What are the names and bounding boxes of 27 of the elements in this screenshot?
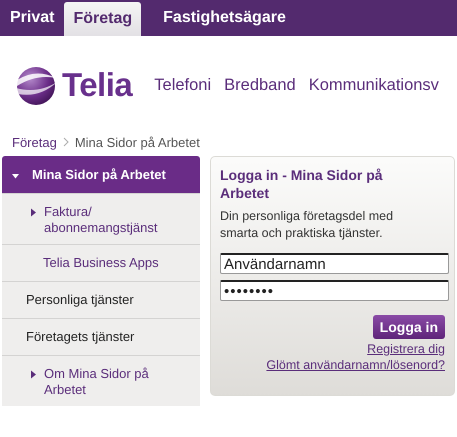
login-description: Din personliga företagsdel med smarta och praktiska tjänster. <box>220 208 394 242</box>
caret-icon <box>12 172 19 181</box>
breadcrumb-link[interactable]: Företag <box>12 134 57 150</box>
caret-icon <box>30 370 37 379</box>
top-tab[interactable]: Företag <box>64 2 142 36</box>
sidebar-item[interactable]: Företagets tjänster <box>2 318 200 355</box>
sidebar-item[interactable]: Om Mina Sidor på Arbetet <box>2 355 200 406</box>
logo-text: Telia <box>62 66 132 104</box>
nav-link[interactable]: Kommunikationsv <box>308 76 439 94</box>
login-button[interactable]: Logga in <box>372 315 445 339</box>
breadcrumb-link[interactable]: Mina Sidor på Arbetet <box>74 134 200 150</box>
login-title: Logga in - Mina Sidor på Arbetet <box>220 166 384 202</box>
sidebar-item[interactable]: Personliga tjänster <box>2 281 200 318</box>
chevron-icon <box>62 137 69 147</box>
top-tab[interactable]: Privat <box>0 0 64 36</box>
username-field[interactable]: Användarnamn <box>220 253 449 274</box>
nav-link[interactable]: Telefoni <box>154 76 212 94</box>
sphere-logo-icon <box>14 64 58 106</box>
login-link[interactable]: Glömt användarnamn/lösenord? <box>266 357 445 373</box>
sidebar-item[interactable]: Telia Business Apps <box>2 244 200 281</box>
sidebar-header[interactable]: Mina Sidor på Arbetet <box>2 156 200 193</box>
caret-icon <box>30 208 37 217</box>
sidebar-item[interactable]: Faktura/ abonnemangstjänst <box>2 193 200 244</box>
nav-link[interactable]: Bredband <box>224 76 296 94</box>
top-tab[interactable]: Fastighetsägare <box>153 0 296 36</box>
password-field[interactable]: •••••••• <box>220 280 449 301</box>
login-link[interactable]: Registrera dig <box>367 341 445 357</box>
